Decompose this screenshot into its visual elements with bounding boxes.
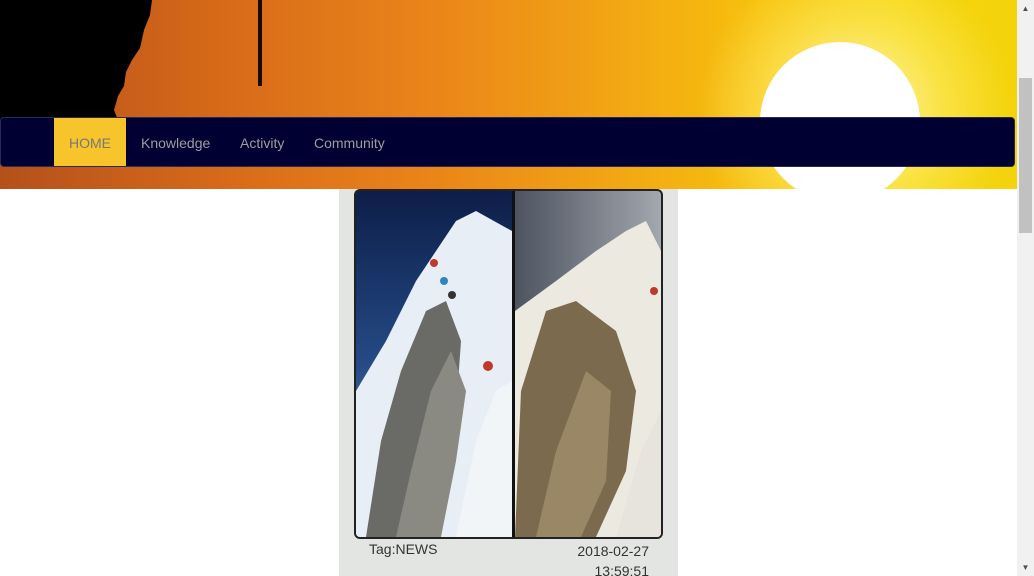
post-tag: Tag:NEWS	[369, 541, 438, 557]
vertical-scrollbar[interactable]: ▲ ▼	[1017, 0, 1034, 576]
trekking-pole	[258, 0, 262, 86]
post-datetime: 2018-02-27 13:59:51	[569, 541, 649, 576]
post-time: 13:59:51	[594, 563, 650, 576]
nav-community[interactable]: Community	[299, 118, 400, 166]
main-navbar: HOME Knowledge Activity Community	[0, 117, 1015, 167]
nav-activity[interactable]: Activity	[225, 118, 299, 166]
page-viewport: HOME Knowledge Activity Community Tag:NE…	[0, 0, 1017, 576]
news-card: Tag:NEWS 2018-02-27 13:59:51	[339, 189, 678, 576]
scroll-down-arrow-icon[interactable]: ▼	[1017, 559, 1034, 576]
nav-knowledge[interactable]: Knowledge	[126, 118, 225, 166]
post-date: 2018-02-27	[577, 543, 649, 559]
scroll-thumb[interactable]	[1019, 78, 1032, 233]
scroll-up-arrow-icon[interactable]: ▲	[1017, 0, 1034, 17]
nav-home[interactable]: HOME	[54, 118, 126, 166]
news-photo[interactable]	[354, 189, 663, 539]
